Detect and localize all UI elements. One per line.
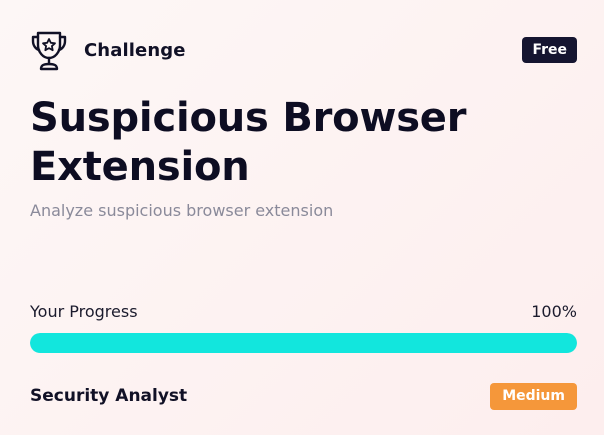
card-header: Challenge Free <box>30 28 577 72</box>
difficulty-badge: Medium <box>490 382 577 410</box>
free-badge: Free <box>522 37 577 63</box>
card-footer: Security Analyst Medium <box>30 382 577 410</box>
progress-bar <box>30 333 577 353</box>
challenge-card[interactable]: Challenge Free Suspicious Browser Extens… <box>0 0 604 435</box>
challenge-label: Challenge <box>84 39 186 61</box>
progress-bar-fill <box>30 333 577 353</box>
challenge-description: Analyze suspicious browser extension <box>30 201 334 220</box>
progress-label: Your Progress <box>30 302 138 321</box>
progress-value: 100% <box>531 302 577 321</box>
trophy-icon <box>30 28 68 72</box>
header-left: Challenge <box>30 28 186 72</box>
role-label: Security Analyst <box>30 386 188 406</box>
progress-header: Your Progress 100% <box>30 302 577 321</box>
challenge-title: Suspicious Browser Extension <box>30 95 467 190</box>
